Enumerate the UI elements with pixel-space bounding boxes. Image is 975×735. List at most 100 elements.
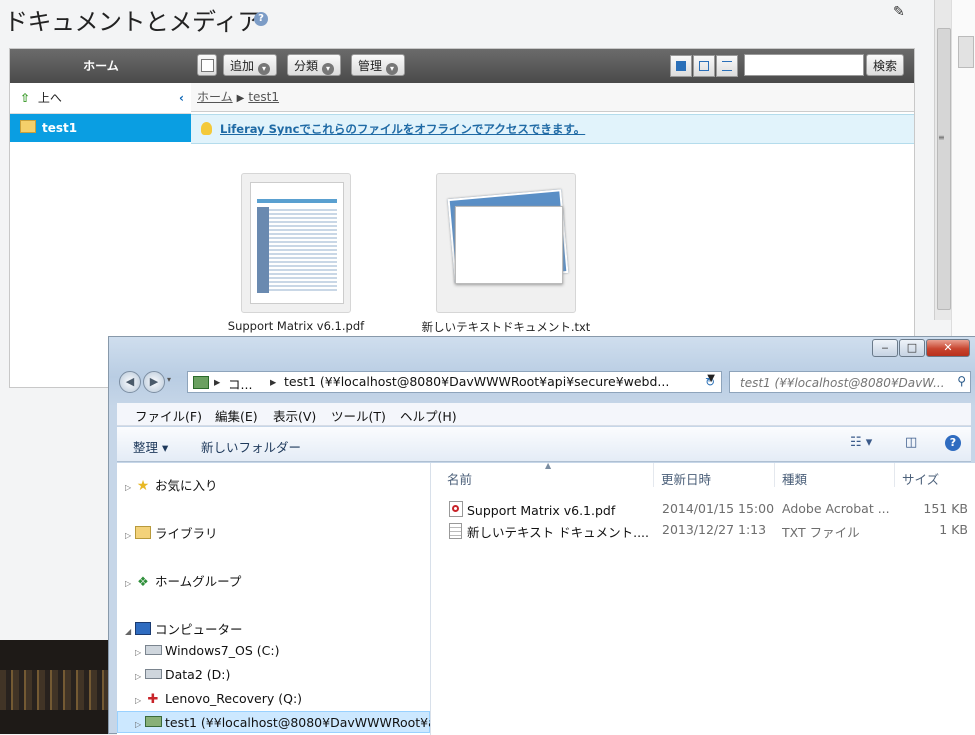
nav-buttons: ◀ ▶ ▾ (117, 369, 177, 395)
lightbulb-icon (201, 122, 212, 135)
expand-icon[interactable]: ▷ (125, 483, 135, 492)
preview-pane-icon[interactable]: ◫ (905, 435, 917, 450)
file-row[interactable]: 新しいテキスト ドキュメント.... 2013/12/27 1:13 TXT フ… (431, 520, 975, 540)
txt-icon (449, 523, 462, 539)
select-all-checkbox[interactable] (197, 54, 217, 76)
forward-button[interactable]: ▶ (143, 371, 165, 393)
file-label-pdf[interactable]: Support Matrix v6.1.pdf (211, 319, 381, 333)
column-header-name[interactable]: 名前 (447, 469, 472, 488)
drive-icon (145, 643, 162, 658)
categorize-button[interactable]: 分類 ▾ (287, 54, 342, 76)
new-folder-button[interactable]: 新しいフォルダー (201, 437, 301, 456)
maximize-button[interactable]: □ (899, 339, 925, 357)
manage-button[interactable]: 管理 ▾ (351, 54, 406, 76)
expand-icon[interactable]: ▷ (125, 531, 135, 540)
expand-icon[interactable]: ▷ (135, 696, 145, 705)
tree-item-drive-c[interactable]: ▷ Windows7_OS (C:) (135, 643, 279, 658)
computer-icon (135, 622, 151, 637)
organize-button[interactable]: 整理 ▾ (133, 437, 168, 456)
recovery-drive-icon: ✚ (147, 692, 159, 707)
sort-ascending-icon: ▲ (545, 461, 552, 470)
collapse-chevron-icon[interactable]: ‹ (179, 83, 184, 113)
tree-item-test1[interactable]: ▷ test1 (¥¥localhost@8080¥DavWWWRoot¥api (135, 715, 430, 730)
column-header-size[interactable]: サイズ (902, 469, 939, 488)
icon-view-button[interactable] (670, 55, 692, 77)
menu-file[interactable]: ファイル(F) (135, 406, 202, 425)
generic-file-thumbnail-front (455, 206, 563, 284)
minimize-button[interactable]: ‒ (872, 339, 898, 357)
drive-icon (145, 667, 162, 682)
address-arrow-icon[interactable]: ▸ (214, 374, 220, 389)
expand-icon[interactable]: ▷ (135, 648, 145, 657)
command-bar: 整理 ▾ 新しいフォルダー ☷ ▾ ◫ ? (117, 427, 971, 462)
expand-icon[interactable]: ▷ (125, 579, 135, 588)
dropdown-icon: ▾ (322, 63, 335, 75)
column-header-date[interactable]: 更新日時 (661, 469, 711, 488)
search-button[interactable]: 検索 (866, 54, 905, 76)
file-type: TXT ファイル (782, 525, 860, 540)
desktop-background (0, 640, 108, 734)
view-options-icon[interactable]: ☷ ▾ (850, 435, 872, 450)
file-label-txt[interactable]: 新しいテキストドキュメント.txt (421, 319, 591, 335)
column-header-type[interactable]: 種類 (782, 469, 807, 488)
breadcrumb-current[interactable]: test1 (248, 90, 279, 104)
file-row[interactable]: Support Matrix v6.1.pdf 2014/01/15 15:00… (431, 499, 975, 519)
pdf-thumbnail (250, 182, 344, 304)
menu-tools[interactable]: ツール(T) (331, 406, 386, 425)
file-name: 新しいテキスト ドキュメント.... (467, 525, 649, 540)
search-input[interactable] (744, 54, 864, 76)
address-arrow-icon[interactable]: ▸ (270, 374, 276, 389)
file-card-txt[interactable] (436, 173, 576, 313)
address-bar[interactable]: ▸ コ... ▸ test1 (¥¥localhost@8080¥DavWWWR… (187, 371, 722, 393)
menu-edit[interactable]: 編集(E) (215, 406, 258, 425)
dropdown-icon: ▾ (386, 63, 399, 75)
documents-toolbar: 追加 ▾ 分類 ▾ 管理 ▾ 検索 (191, 49, 914, 83)
file-list: ▲ 名前 更新日時 種類 サイズ Support Matrix v6.1.pdf… (431, 461, 975, 735)
explorer-window: ‒ □ ✕ ◀ ▶ ▾ ▸ コ... ▸ test1 (¥¥localhost@… (108, 336, 975, 735)
wrench-icon[interactable]: ✎ (893, 4, 905, 20)
file-card-pdf[interactable] (241, 173, 351, 313)
tree-item-drive-q[interactable]: ▷ ✚ Lenovo_Recovery (Q:) (135, 691, 302, 707)
tree-item-computer[interactable]: ◢ コンピューター (125, 619, 243, 638)
address-segment-computer[interactable]: コ... (228, 374, 252, 393)
tree-item-libraries[interactable]: ▷ ライブラリ (125, 523, 218, 542)
sidebar-item-label: test1 (42, 121, 78, 135)
search-input[interactable] (738, 373, 952, 393)
menu-view[interactable]: 表示(V) (273, 406, 316, 425)
address-segment-test1[interactable]: test1 (¥¥localhost@8080¥DavWWWRoot¥api¥s… (284, 374, 669, 389)
file-date: 2014/01/15 15:00 (662, 501, 775, 516)
tree-item-homegroup[interactable]: ▷ ❖ ホームグループ (125, 571, 241, 590)
menu-help[interactable]: ヘルプ(H) (400, 406, 457, 425)
expand-icon[interactable]: ▷ (135, 720, 145, 729)
sidebar-item-test1[interactable]: test1 (10, 114, 192, 142)
back-button[interactable]: ◀ (119, 371, 141, 393)
add-button[interactable]: 追加 ▾ (223, 54, 278, 76)
close-button[interactable]: ✕ (926, 339, 970, 357)
recent-pages-icon[interactable]: ▾ (167, 375, 171, 384)
search-box[interactable]: ⚲ (729, 371, 971, 393)
dropdown-icon: ▾ (258, 63, 271, 75)
right-panel-strip (951, 0, 975, 340)
help-icon[interactable]: ? (254, 12, 268, 26)
page-scrollbar[interactable]: ≡ (934, 0, 952, 320)
collapse-icon[interactable]: ◢ (125, 627, 135, 636)
breadcrumb-home[interactable]: ホーム (197, 90, 233, 104)
tree-item-drive-d[interactable]: ▷ Data2 (D:) (135, 667, 230, 682)
pdf-icon (449, 501, 463, 517)
help-icon[interactable]: ? (945, 435, 961, 451)
homegroup-icon: ❖ (137, 575, 149, 590)
sync-info-link[interactable]: Liferay Syncでこれらのファイルをオフラインでアクセスできます。 (220, 122, 585, 136)
descriptive-view-button[interactable] (693, 55, 715, 77)
sidebar-header: ホーム (10, 49, 192, 83)
file-size: 1 KB (939, 522, 968, 537)
sidebar-up-link[interactable]: ⇧ 上へ ‹ (10, 83, 192, 114)
star-icon: ★ (136, 478, 150, 494)
list-view-button[interactable] (716, 55, 738, 77)
expand-icon[interactable]: ▷ (135, 672, 145, 681)
refresh-icon[interactable]: ↻ (699, 371, 721, 393)
tree-item-favorites[interactable]: ▷ ★ お気に入り (125, 475, 218, 494)
page-title: ドキュメントとメディア (4, 8, 261, 36)
breadcrumb-separator-icon: ▶ (236, 93, 245, 104)
file-size: 151 KB (923, 501, 968, 516)
search-icon[interactable]: ⚲ (957, 374, 966, 388)
